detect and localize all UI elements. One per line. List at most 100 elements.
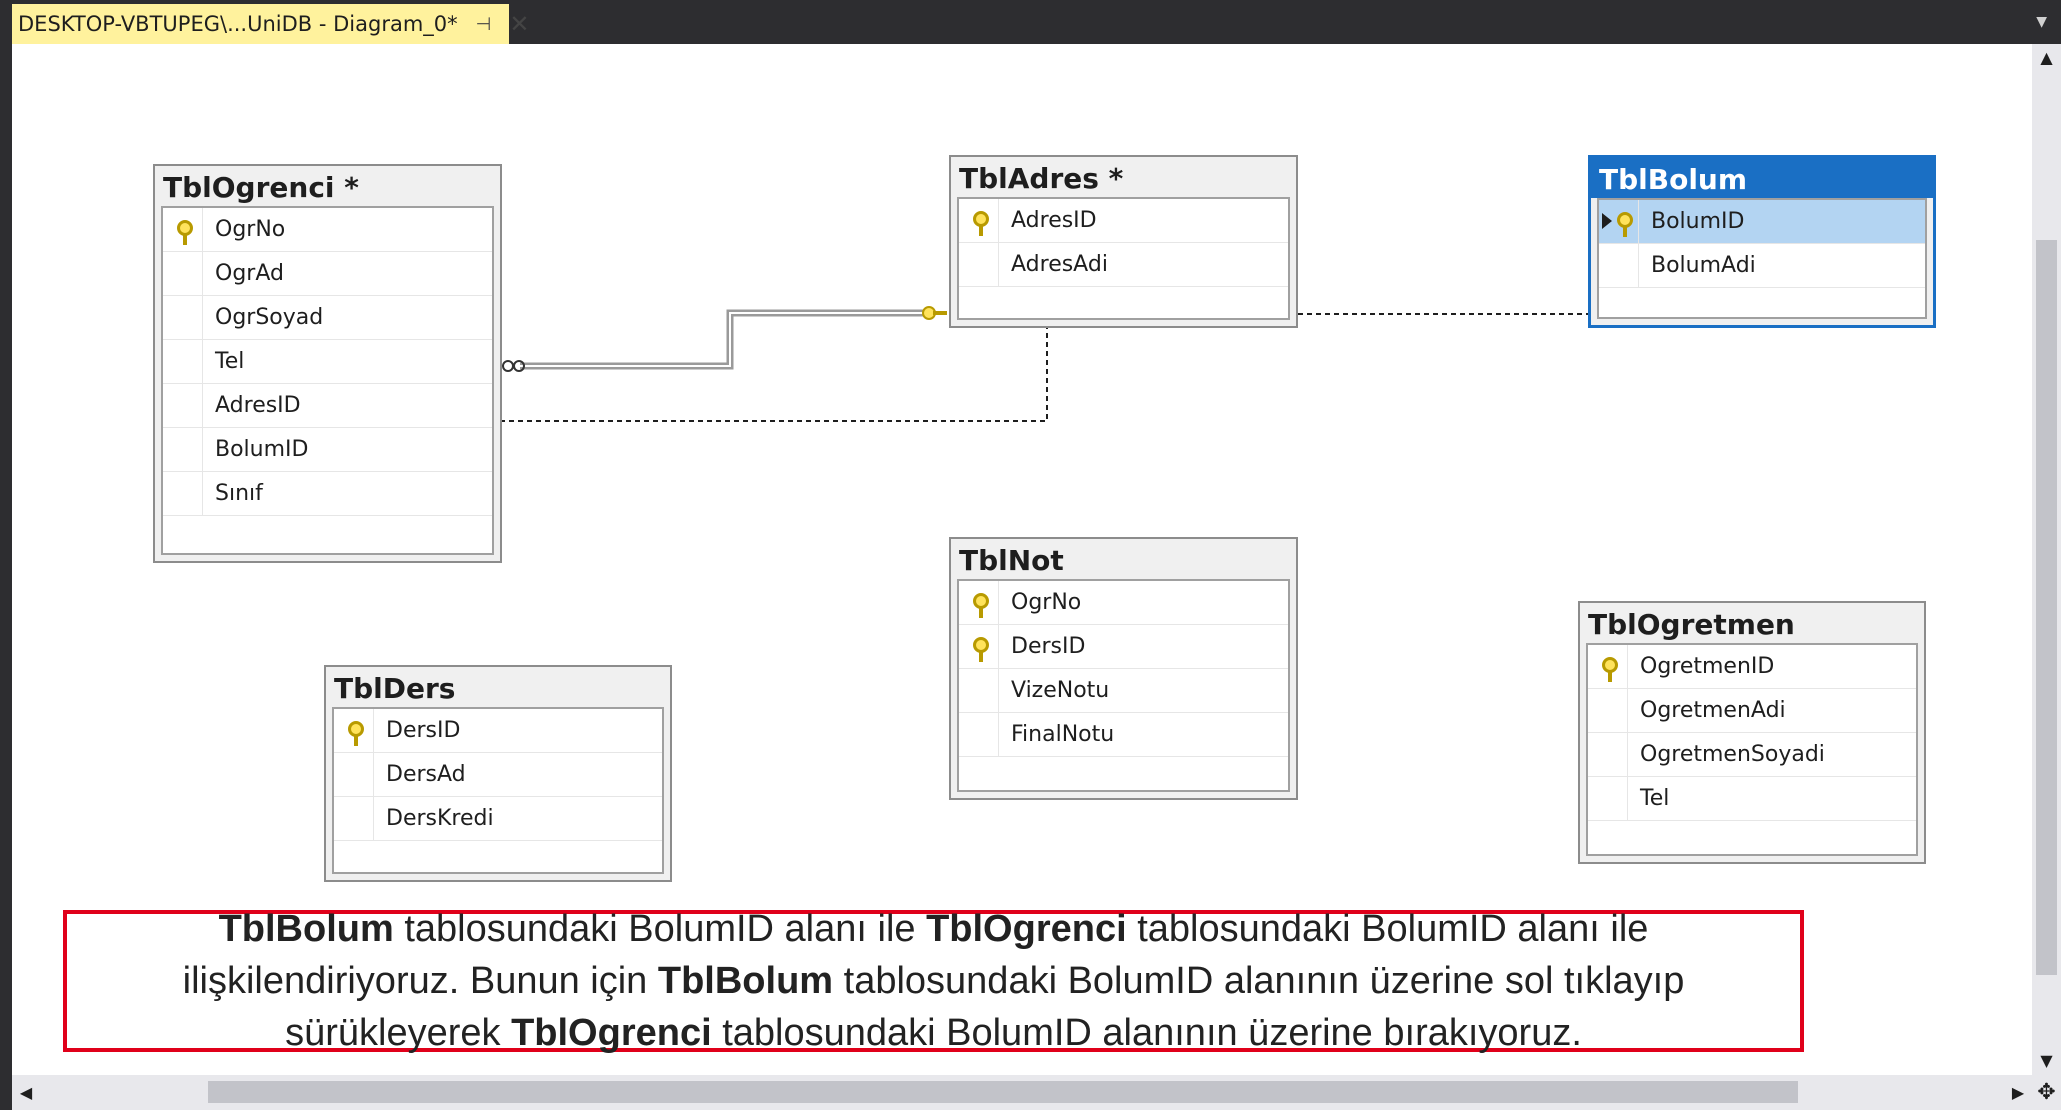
column-row[interactable]: DersID [334,709,662,753]
arrow-left-icon[interactable]: ◀ [14,1075,38,1110]
column-name: DersKredi [386,806,494,831]
note-strong: TblBolum [657,960,834,1002]
note-text: tablosundaki BolumID alanı ile [393,908,927,950]
column-row[interactable]: Tel [163,340,492,384]
column-row[interactable]: OgrAd [163,252,492,296]
column-name: OgrAd [215,261,284,286]
column-row[interactable]: Tel [1588,777,1916,821]
row-selector[interactable] [1599,244,1639,287]
row-selector[interactable] [1588,777,1628,820]
column-row[interactable]: BolumAdi [1599,244,1925,288]
column-name: OgretmenAdi [1640,698,1786,723]
primary-key-icon [177,220,193,245]
row-selector[interactable] [334,753,374,796]
column-row[interactable]: DersKredi [334,797,662,841]
column-name: BolumAdi [1651,253,1756,278]
primary-key-icon [973,593,989,618]
table-tblbolum[interactable]: TblBolum BolumID BolumAdi [1588,155,1936,328]
note-strong: TblOgrenci [511,1012,712,1054]
row-selector[interactable] [163,472,203,515]
key-end-icon [922,306,947,320]
column-name: AdresID [215,393,301,418]
row-selector[interactable] [1599,200,1639,243]
relationship-ogrenci-adres[interactable] [520,309,932,370]
row-selector[interactable] [334,709,374,752]
column-name: VizeNotu [1011,678,1110,703]
row-selector[interactable] [163,428,203,471]
column-name: Tel [215,349,245,374]
table-tblders[interactable]: TblDers DersID DersAd DersKredi [324,665,672,882]
column-grid: OgrNo DersID VizeNotu FinalNotu [957,579,1290,792]
horizontal-scrollbar[interactable]: ◀ ▶ [12,1075,2032,1110]
column-name: DersAd [386,762,466,787]
column-name: AdresAdi [1011,252,1108,277]
table-tblnot[interactable]: TblNot OgrNo DersID VizeNotu FinalNotu [949,537,1298,800]
note-strong: TblOgrenci [926,908,1127,950]
vertical-scroll-thumb[interactable] [2036,240,2057,975]
row-selector[interactable] [1588,645,1628,688]
table-title: TblOgrenci * [163,171,359,204]
current-row-pointer-icon [1602,213,1612,229]
row-selector[interactable] [163,252,203,295]
column-grid: AdresID AdresAdi [957,197,1290,320]
column-grid: DersID DersAd DersKredi [332,707,664,874]
row-selector[interactable] [959,199,999,242]
table-title: TblAdres * [959,162,1124,195]
dashed-connector-ogrenci-adres [500,328,1048,422]
column-row-selected[interactable]: BolumID [1599,200,1925,244]
row-selector[interactable] [163,296,203,339]
row-selector[interactable] [334,797,374,840]
column-name: OgretmenID [1640,654,1775,679]
column-row[interactable]: FinalNotu [959,713,1288,757]
column-name: FinalNotu [1011,722,1115,747]
column-name: DersID [1011,634,1086,659]
column-name: BolumID [1651,209,1745,234]
column-row[interactable]: BolumID [163,428,492,472]
row-selector[interactable] [959,669,999,712]
column-row[interactable]: AdresID [959,199,1288,243]
arrow-right-icon[interactable]: ▶ [2006,1075,2030,1110]
column-name: OgrSoyad [215,305,324,330]
arrow-down-icon[interactable]: ▼ [2032,1049,2061,1073]
column-name: DersID [386,718,461,743]
primary-key-icon [973,637,989,662]
column-row[interactable]: VizeNotu [959,669,1288,713]
column-row[interactable]: Sınıf [163,472,492,516]
table-title: TblBolum [1591,158,1933,198]
horizontal-scroll-thumb[interactable] [208,1081,1798,1103]
column-row[interactable]: AdresID [163,384,492,428]
table-title: TblNot [959,544,1064,577]
row-selector[interactable] [959,243,999,286]
column-row[interactable]: DersAd [334,753,662,797]
row-selector[interactable] [1588,689,1628,732]
column-row[interactable]: AdresAdi [959,243,1288,287]
column-row[interactable]: OgrNo [163,208,492,252]
arrow-up-icon[interactable]: ▲ [2032,46,2061,70]
column-row[interactable]: OgrNo [959,581,1288,625]
row-selector[interactable] [959,713,999,756]
row-selector[interactable] [1588,733,1628,776]
primary-key-icon [973,211,989,236]
note-text: tablosundaki BolumID alanının üzerine bı… [711,1012,1582,1054]
row-selector[interactable] [163,208,203,251]
instruction-text: TblBolum tablosundaki BolumID alanı ile … [87,903,1780,1059]
column-row[interactable]: OgretmenSoyadi [1588,733,1916,777]
row-selector[interactable] [959,581,999,624]
row-selector[interactable] [163,340,203,383]
column-row[interactable]: DersID [959,625,1288,669]
table-tblogrenci[interactable]: TblOgrenci * OgrNo OgrAd OgrSoyad Tel Ad… [153,164,502,563]
vertical-scrollbar[interactable]: ▲ ▼ [2032,44,2061,1075]
column-row[interactable]: OgretmenAdi [1588,689,1916,733]
primary-key-icon [1617,212,1633,237]
column-grid: OgrNo OgrAd OgrSoyad Tel AdresID BolumID… [161,206,494,555]
table-title: TblDers [334,672,456,705]
pan-icon[interactable]: ✥ [2032,1075,2061,1110]
column-name: AdresID [1011,208,1097,233]
column-name: Sınıf [215,481,263,506]
row-selector[interactable] [959,625,999,668]
table-tbladres[interactable]: TblAdres * AdresID AdresAdi [949,155,1298,328]
column-row[interactable]: OgretmenID [1588,645,1916,689]
row-selector[interactable] [163,384,203,427]
column-row[interactable]: OgrSoyad [163,296,492,340]
table-tblogretmen[interactable]: TblOgretmen OgretmenID OgretmenAdi Ogret… [1578,601,1926,864]
